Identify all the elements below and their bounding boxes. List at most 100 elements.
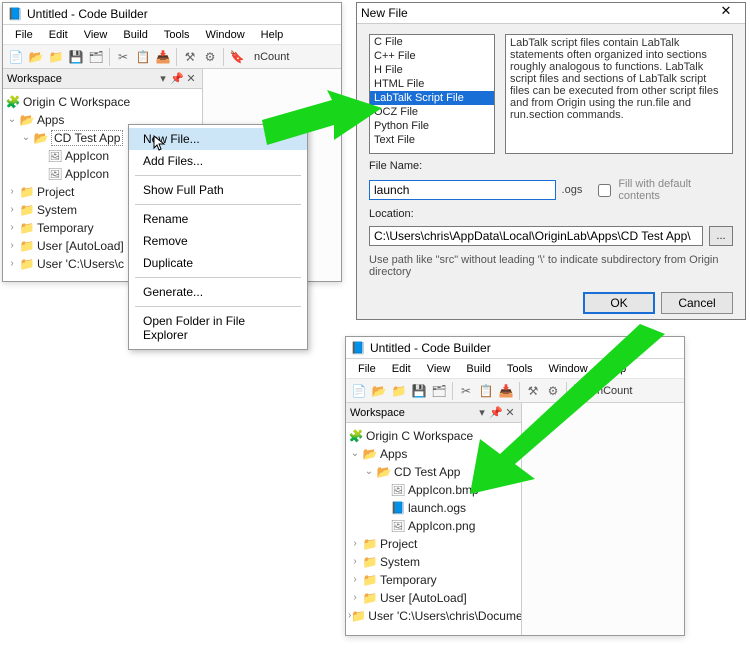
tree-file-png[interactable]: 🖼AppIcon.png — [348, 517, 519, 535]
menu-view[interactable]: View — [76, 27, 116, 43]
open2-icon[interactable]: 📁 — [390, 382, 408, 400]
collapse-icon[interactable]: ⌄ — [362, 467, 376, 477]
context-menu[interactable]: New File... Add Files... Show Full Path … — [128, 124, 308, 350]
file-type-option[interactable]: C++ File — [370, 49, 494, 63]
menu-edit[interactable]: Edit — [41, 27, 76, 43]
browse-button[interactable]: ... — [709, 226, 733, 246]
collapse-icon[interactable]: ⌄ — [19, 133, 33, 143]
file-type-option[interactable]: OCZ File — [370, 105, 494, 119]
cut-icon[interactable]: ✂ — [457, 382, 475, 400]
menu-edit[interactable]: Edit — [384, 361, 419, 377]
pin2-icon[interactable]: 📌 — [489, 406, 503, 419]
copy-icon[interactable]: 📋 — [134, 48, 152, 66]
saveall-icon[interactable]: 🗂 — [430, 382, 448, 400]
expand-icon[interactable]: › — [5, 259, 19, 269]
menu-add-files[interactable]: Add Files... — [129, 150, 307, 172]
expand-icon[interactable]: › — [5, 205, 19, 215]
paste-icon[interactable]: 📥 — [497, 382, 515, 400]
workspace-tree[interactable]: 🧩Origin C Workspace ⌄📂Apps ⌄📂CD Test App… — [346, 423, 521, 629]
save-icon[interactable]: 💾 — [410, 382, 428, 400]
menu-tools[interactable]: Tools — [499, 361, 541, 377]
close-icon[interactable]: ✕ — [711, 3, 741, 23]
cut-icon[interactable]: ✂ — [114, 48, 132, 66]
pin-icon[interactable]: ▾ — [475, 406, 489, 419]
file-type-option[interactable]: HTML File — [370, 77, 494, 91]
copy-icon[interactable]: 📋 — [477, 382, 495, 400]
new-icon[interactable]: 📄 — [7, 48, 25, 66]
close-panel-icon[interactable]: ✕ — [503, 406, 517, 419]
file-type-option[interactable]: C File — [370, 35, 494, 49]
close-panel-icon[interactable]: ✕ — [184, 72, 198, 85]
buildall-icon[interactable]: ⚙ — [201, 48, 219, 66]
menu-help[interactable]: Help — [253, 27, 292, 43]
fill-defaults-checkbox[interactable]: Fill with default contents — [594, 178, 733, 202]
filename-input[interactable] — [369, 180, 556, 200]
buildall-icon[interactable]: ⚙ — [544, 382, 562, 400]
menu-help[interactable]: Help — [596, 361, 635, 377]
tree-userpath[interactable]: ›📁User 'C:\Users\chris\Documents — [348, 607, 519, 625]
expand-icon[interactable]: › — [5, 241, 19, 251]
file-type-option[interactable]: H File — [370, 63, 494, 77]
cancel-button[interactable]: Cancel — [661, 292, 733, 314]
workspace-icon: 🧩 — [5, 94, 21, 110]
bookmark-icon[interactable]: 🔖 — [228, 48, 246, 66]
menu-remove[interactable]: Remove — [129, 230, 307, 252]
menu-generate[interactable]: Generate... — [129, 281, 307, 303]
bookmark-icon[interactable]: 🔖 — [571, 382, 589, 400]
open-icon[interactable]: 📂 — [27, 48, 45, 66]
menu-rename[interactable]: Rename — [129, 208, 307, 230]
tree-root[interactable]: 🧩Origin C Workspace — [348, 427, 519, 445]
collapse-icon[interactable]: ⌄ — [5, 115, 19, 125]
divider — [566, 382, 567, 400]
expand-icon[interactable]: › — [348, 539, 362, 549]
fill-defaults-check[interactable] — [598, 184, 611, 197]
tree-system[interactable]: ›📁System — [348, 553, 519, 571]
menu-window[interactable]: Window — [541, 361, 596, 377]
expand-icon[interactable]: › — [348, 593, 362, 603]
saveall-icon[interactable]: 🗂 — [87, 48, 105, 66]
expand-icon[interactable]: › — [348, 575, 362, 585]
tree-cdtest[interactable]: ⌄📂CD Test App — [348, 463, 519, 481]
file-type-option-selected[interactable]: LabTalk Script File — [370, 91, 494, 105]
file-type-list[interactable]: C File C++ File H File HTML File LabTalk… — [369, 34, 495, 154]
menubar[interactable]: File Edit View Build Tools Window Help — [346, 359, 684, 379]
expand-icon[interactable]: › — [5, 187, 19, 197]
paste-icon[interactable]: 📥 — [154, 48, 172, 66]
menu-file[interactable]: File — [350, 361, 384, 377]
workspace-panel-header: Workspace ▾ 📌 ✕ — [346, 403, 521, 423]
save-icon[interactable]: 💾 — [67, 48, 85, 66]
tree-file-bmp[interactable]: 🖼AppIcon.bmp — [348, 481, 519, 499]
pin-icon[interactable]: ▾ — [156, 72, 170, 85]
build-icon[interactable]: ⚒ — [181, 48, 199, 66]
build-icon[interactable]: ⚒ — [524, 382, 542, 400]
open2-icon[interactable]: 📁 — [47, 48, 65, 66]
tree-project[interactable]: ›📁Project — [348, 535, 519, 553]
new-icon[interactable]: 📄 — [350, 382, 368, 400]
file-type-option[interactable]: Text File — [370, 133, 494, 147]
menubar[interactable]: File Edit View Build Tools Window Help — [3, 25, 341, 45]
menu-view[interactable]: View — [419, 361, 459, 377]
expand-icon[interactable]: › — [348, 557, 362, 567]
open-icon[interactable]: 📂 — [370, 382, 388, 400]
file-type-option[interactable]: Python File — [370, 119, 494, 133]
expand-icon[interactable]: › — [5, 223, 19, 233]
tree-root[interactable]: 🧩Origin C Workspace — [5, 93, 200, 111]
pin2-icon[interactable]: 📌 — [170, 72, 184, 85]
location-input[interactable] — [369, 226, 703, 246]
menu-duplicate[interactable]: Duplicate — [129, 252, 307, 274]
menu-open-folder[interactable]: Open Folder in File Explorer — [129, 310, 307, 346]
menu-window[interactable]: Window — [198, 27, 253, 43]
collapse-icon[interactable]: ⌄ — [348, 449, 362, 459]
menu-show-full-path[interactable]: Show Full Path — [129, 179, 307, 201]
menu-build[interactable]: Build — [458, 361, 498, 377]
tree-file-ogs[interactable]: 📘launch.ogs — [348, 499, 519, 517]
menu-build[interactable]: Build — [115, 27, 155, 43]
tree-apps[interactable]: ⌄📂Apps — [348, 445, 519, 463]
divider — [109, 48, 110, 66]
tree-temporary[interactable]: ›📁Temporary — [348, 571, 519, 589]
tree-userauto[interactable]: ›📁User [AutoLoad] — [348, 589, 519, 607]
ok-button[interactable]: OK — [583, 292, 655, 314]
menu-new-file[interactable]: New File... — [129, 128, 307, 150]
menu-tools[interactable]: Tools — [156, 27, 198, 43]
menu-file[interactable]: File — [7, 27, 41, 43]
